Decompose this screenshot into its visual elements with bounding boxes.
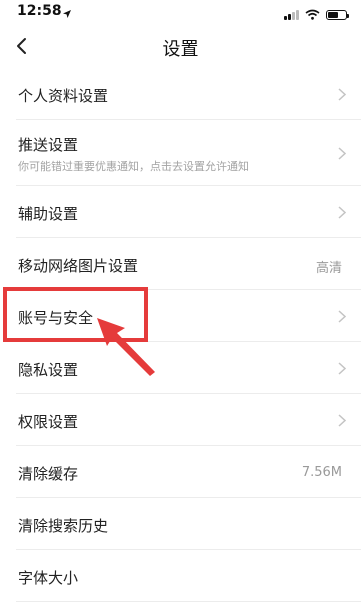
battery-icon [326,9,349,20]
settings-item-label: 账号与安全 [18,309,94,327]
settings-item-font-size[interactable]: 字体大小 [0,550,361,602]
status-indicators [284,5,349,24]
page-title: 设置 [162,39,199,60]
settings-item-account-security[interactable]: 账号与安全 [0,290,361,342]
location-arrow-icon [62,4,72,23]
settings-list: 个人资料设置 推送设置 你可能错过重要优惠通知，点击去设置允许通知 辅助设置 移… [0,68,361,602]
settings-item-accessibility[interactable]: 辅助设置 [0,186,361,238]
chevron-right-icon [338,414,346,427]
wifi-icon [305,5,320,24]
settings-item-label: 权限设置 [18,413,79,431]
settings-item-label: 清除缓存 [18,465,79,483]
chevron-right-icon [338,206,346,219]
settings-item-privacy[interactable]: 隐私设置 [0,342,361,394]
settings-item-value: 7.56M [301,465,342,480]
settings-item-label: 隐私设置 [18,361,79,379]
settings-item-value: 高清 [315,261,342,276]
settings-item-label: 推送设置 [18,136,79,154]
settings-item-permissions[interactable]: 权限设置 [0,394,361,446]
chevron-right-icon [338,147,346,160]
settings-item-clear-cache[interactable]: 清除缓存 7.56M [0,446,361,498]
settings-item-clear-search-history[interactable]: 清除搜索历史 [0,498,361,550]
status-time: 12:58 [17,3,62,19]
chevron-right-icon [338,88,346,101]
navigation-bar: 设置 [0,24,361,68]
settings-item-label: 个人资料设置 [18,87,109,105]
settings-item-label: 清除搜索历史 [18,517,109,535]
settings-item-profile[interactable]: 个人资料设置 [0,68,361,120]
signal-icon [284,9,299,20]
settings-item-mobile-images[interactable]: 移动网络图片设置 高清 [0,238,361,290]
status-bar: 12:58 [0,0,361,24]
settings-item-hint: 你可能错过重要优惠通知，点击去设置允许通知 [18,160,249,173]
chevron-right-icon [338,362,346,375]
chevron-right-icon [338,310,346,323]
settings-item-label: 辅助设置 [18,205,79,223]
settings-item-push[interactable]: 推送设置 你可能错过重要优惠通知，点击去设置允许通知 [0,120,361,186]
settings-item-label: 字体大小 [18,569,79,587]
settings-item-label: 移动网络图片设置 [18,257,139,275]
